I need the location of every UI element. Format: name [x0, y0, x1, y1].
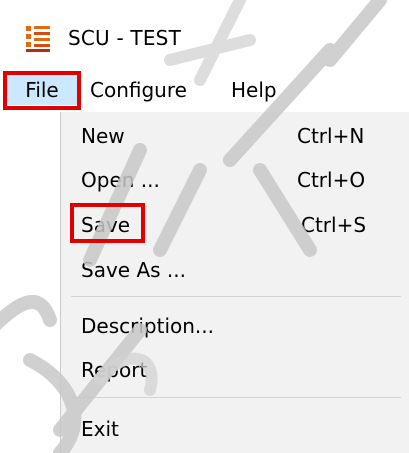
menu-item-shortcut: Ctrl+S	[301, 213, 367, 237]
menu-item-new[interactable]: New Ctrl+N	[61, 116, 409, 156]
screen: SCU - TEST File Configure Help New Ctrl+…	[0, 0, 409, 453]
menu-item-label: Description...	[81, 314, 214, 338]
app-grid-icon	[26, 26, 52, 52]
menu-item-shortcut: Ctrl+O	[297, 168, 366, 192]
menu-item-label: Exit	[81, 417, 119, 441]
menu-bar: File Configure Help	[0, 70, 409, 112]
menu-separator	[71, 296, 401, 297]
menu-separator	[71, 397, 401, 398]
window-title: SCU - TEST	[68, 26, 181, 50]
menu-item-label: Report	[81, 358, 148, 382]
menu-item-exit[interactable]: Exit	[61, 409, 409, 449]
file-dropdown-menu: New Ctrl+N Open ... Ctrl+O Save Ctrl+S S…	[60, 112, 409, 453]
menu-file[interactable]: File	[6, 75, 78, 105]
menu-help[interactable]: Help	[231, 75, 277, 105]
menu-item-label: Save	[81, 213, 131, 237]
menu-item-save-as[interactable]: Save As ...	[61, 250, 409, 290]
title-bar: SCU - TEST	[0, 0, 409, 70]
menu-item-description[interactable]: Description...	[61, 306, 409, 346]
menu-item-label: Open ...	[81, 168, 160, 192]
menu-item-open[interactable]: Open ... Ctrl+O	[61, 160, 409, 200]
menu-item-report[interactable]: Report	[61, 350, 409, 390]
menu-item-label: New	[81, 124, 125, 148]
menu-item-label: Save As ...	[81, 258, 186, 282]
menu-item-save[interactable]: Save Ctrl+S	[61, 205, 409, 245]
menu-item-shortcut: Ctrl+N	[297, 124, 365, 148]
menu-configure[interactable]: Configure	[90, 75, 187, 105]
